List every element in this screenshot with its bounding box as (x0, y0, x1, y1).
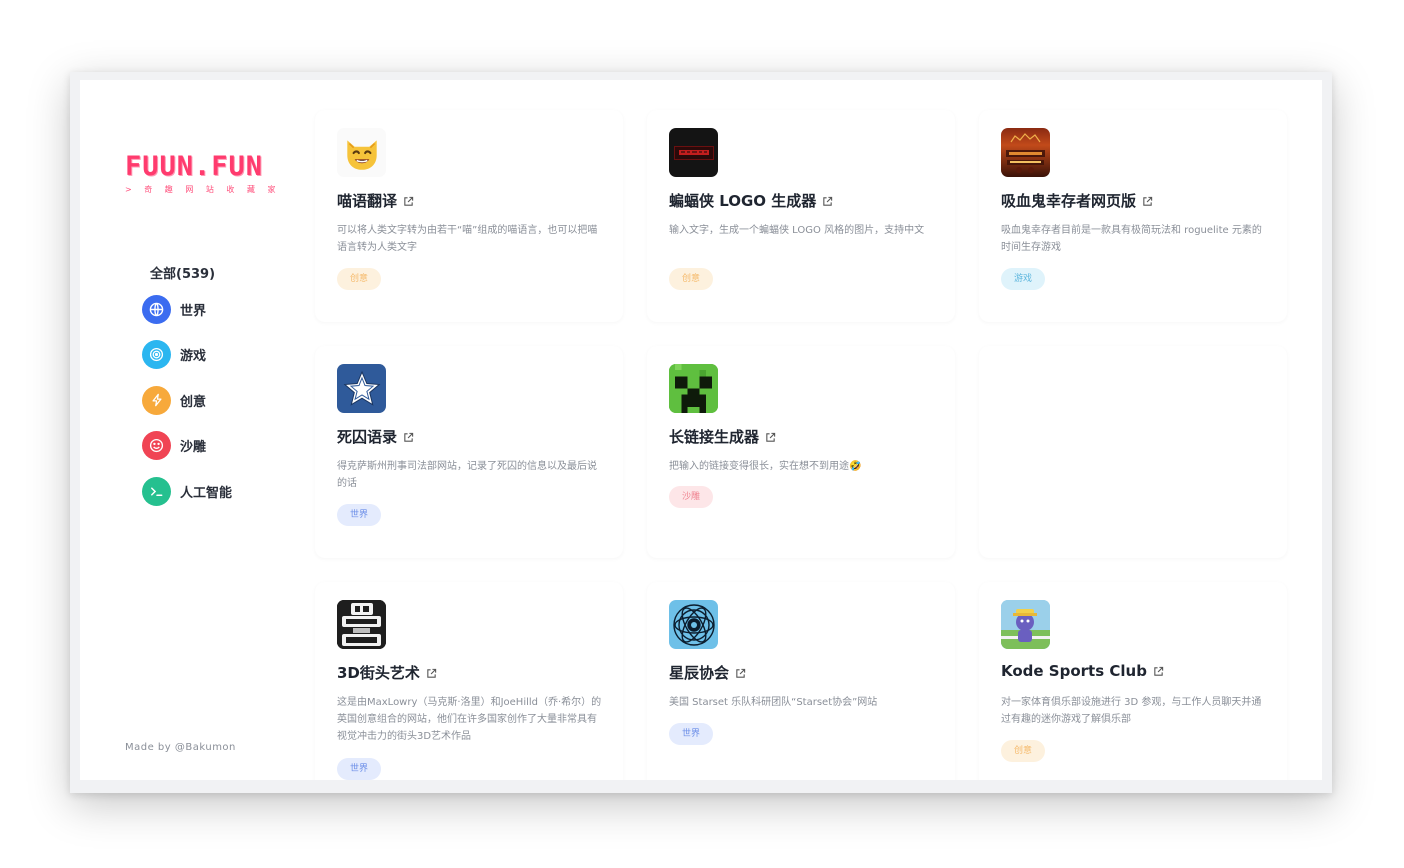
batman-logo-icon (669, 128, 718, 177)
category-item-funny[interactable]: 沙雕 (142, 431, 232, 461)
category-label: 人工智能 (180, 485, 233, 501)
category-list: 世界 游戏 创意 沙雕 人工智能 (142, 294, 232, 522)
sidebar: FUUN.FUN > 奇 趣 网 站 收 藏 家 全部(539) 世界 游戏 创… (80, 80, 305, 780)
card-description: 得克萨斯州刑事司法部网站，记录了死囚的信息以及最后说的话 (337, 461, 597, 489)
card-title: 死囚语录 (337, 428, 398, 446)
card-tag[interactable]: 创意 (1001, 740, 1045, 762)
browser-window: FUUN.FUN > 奇 趣 网 站 收 藏 家 全部(539) 世界 游戏 创… (80, 80, 1322, 780)
made-by-credit[interactable]: Made by @Bakumon (125, 742, 236, 753)
category-label: 沙雕 (180, 440, 207, 455)
card-title-row: 长链接生成器 (669, 426, 776, 447)
card-description: 这是由MaxLowry（马克斯·洛里）和JoeHilld（乔·希尔）的英国创意组… (337, 697, 602, 742)
site-card-grid: 喵语翻译 可以将人类文字转为由若干“喵”组成的喵语言，也可以把喵语言转为人类文字… (315, 110, 1295, 780)
site-card[interactable]: 喵语翻译 可以将人类文字转为由若干“喵”组成的喵语言，也可以把喵语言转为人类文字… (315, 110, 623, 322)
category-item-ai[interactable]: 人工智能 (142, 476, 232, 506)
site-card[interactable]: 死囚语录 得克萨斯州刑事司法部网站，记录了死囚的信息以及最后说的话 世界 (315, 346, 623, 558)
creeper-icon (669, 364, 718, 413)
external-link-icon (1154, 666, 1164, 676)
card-title-row: Kode Sports Club (1001, 662, 1164, 680)
category-label: 游戏 (180, 349, 207, 364)
texas-star-icon (337, 364, 386, 413)
card-tag[interactable]: 游戏 (1001, 268, 1045, 290)
site-card[interactable]: 蝙蝠侠 LOGO 生成器 输入文字，生成一个蝙蝠侠 LOGO 风格的图片，支持中… (647, 110, 955, 322)
category-item-world[interactable]: 世界 (142, 294, 232, 324)
globe-icon (142, 294, 171, 324)
external-link-icon (1143, 196, 1153, 206)
site-card[interactable]: 吸血鬼幸存者网页版 吸血鬼幸存者目前是一款具有极简玩法和 roguelite 元… (979, 110, 1287, 322)
site-card[interactable]: Kode Sports Club 对一家体育俱乐部设施进行 3D 参观，与工作人… (979, 582, 1287, 780)
card-title: 星辰协会 (669, 664, 730, 682)
kode-club-icon (1001, 600, 1050, 649)
category-item-games[interactable]: 游戏 (142, 340, 232, 370)
card-tag[interactable]: 世界 (669, 723, 713, 745)
screenshot-frame: FUUN.FUN > 奇 趣 网 站 收 藏 家 全部(539) 世界 游戏 创… (70, 72, 1332, 793)
card-title-row: 吸血鬼幸存者网页版 (1001, 190, 1153, 211)
card-title: 吸血鬼幸存者网页版 (1001, 192, 1137, 210)
card-tag[interactable]: 世界 (337, 504, 381, 526)
card-description: 输入文字，生成一个蝙蝠侠 LOGO 风格的图片，支持中文 (669, 225, 925, 236)
smile-icon (142, 431, 171, 460)
external-link-icon (766, 432, 776, 442)
site-card[interactable]: 3D街头艺术 这是由MaxLowry（马克斯·洛里）和JoeHilld（乔·希尔… (315, 582, 623, 780)
logo-text: FUUN.FUN (125, 151, 264, 182)
card-title: 喵语翻译 (337, 192, 398, 210)
3d-joe-max-icon (337, 600, 386, 649)
bolt-icon (142, 385, 171, 415)
site-logo[interactable]: FUUN.FUN > 奇 趣 网 站 收 藏 家 (125, 151, 281, 195)
card-title-row: 蝙蝠侠 LOGO 生成器 (669, 190, 833, 211)
card-description: 可以将人类文字转为由若干“喵”组成的喵语言，也可以把喵语言转为人类文字 (337, 225, 598, 253)
card-description: 对一家体育俱乐部设施进行 3D 参观，与工作人员聊天并通过有趣的迷你游戏了解俱乐… (1001, 697, 1262, 725)
card-title: Kode Sports Club (1001, 662, 1147, 680)
card-description: 美国 Starset 乐队科研团队“Starset协会”网站 (669, 697, 878, 708)
card-title-row: 死囚语录 (337, 426, 414, 447)
card-description: 吸血鬼幸存者目前是一款具有极简玩法和 roguelite 元素的时间生存游戏 (1001, 225, 1262, 253)
card-tag[interactable]: 世界 (337, 758, 381, 780)
terminal-icon (142, 476, 171, 506)
card-title: 长链接生成器 (669, 428, 760, 446)
category-label: 世界 (180, 303, 207, 319)
site-card[interactable]: 星辰协会 美国 Starset 乐队科研团队“Starset协会”网站 世界 (647, 582, 955, 780)
empty-card-placeholder (979, 346, 1287, 558)
card-title-row: 喵语翻译 (337, 190, 414, 211)
external-link-icon (427, 668, 437, 678)
cat-face-icon (337, 128, 386, 177)
card-description: 把输入的链接变得很长，实在想不到用途🤣 (669, 461, 862, 472)
category-item-creative[interactable]: 创意 (142, 385, 232, 415)
category-all[interactable]: 全部(539) (150, 263, 215, 282)
category-label: 创意 (180, 394, 207, 410)
starset-icon (669, 600, 718, 649)
card-tag[interactable]: 创意 (669, 268, 713, 290)
card-tag[interactable]: 沙雕 (669, 486, 713, 508)
card-title: 3D街头艺术 (337, 664, 420, 682)
logo-subtitle: > 奇 趣 网 站 收 藏 家 (125, 185, 281, 194)
external-link-icon (404, 196, 414, 206)
card-title: 蝙蝠侠 LOGO 生成器 (669, 192, 817, 210)
card-title-row: 星辰协会 (669, 662, 746, 683)
card-tag[interactable]: 创意 (337, 268, 381, 290)
external-link-icon (404, 432, 414, 442)
card-title-row: 3D街头艺术 (337, 662, 437, 683)
external-link-icon (736, 668, 746, 678)
target-icon (142, 340, 171, 369)
external-link-icon (823, 196, 833, 206)
vampire-survivors-icon (1001, 128, 1050, 177)
site-card[interactable]: 长链接生成器 把输入的链接变得很长，实在想不到用途🤣 沙雕 (647, 346, 955, 558)
